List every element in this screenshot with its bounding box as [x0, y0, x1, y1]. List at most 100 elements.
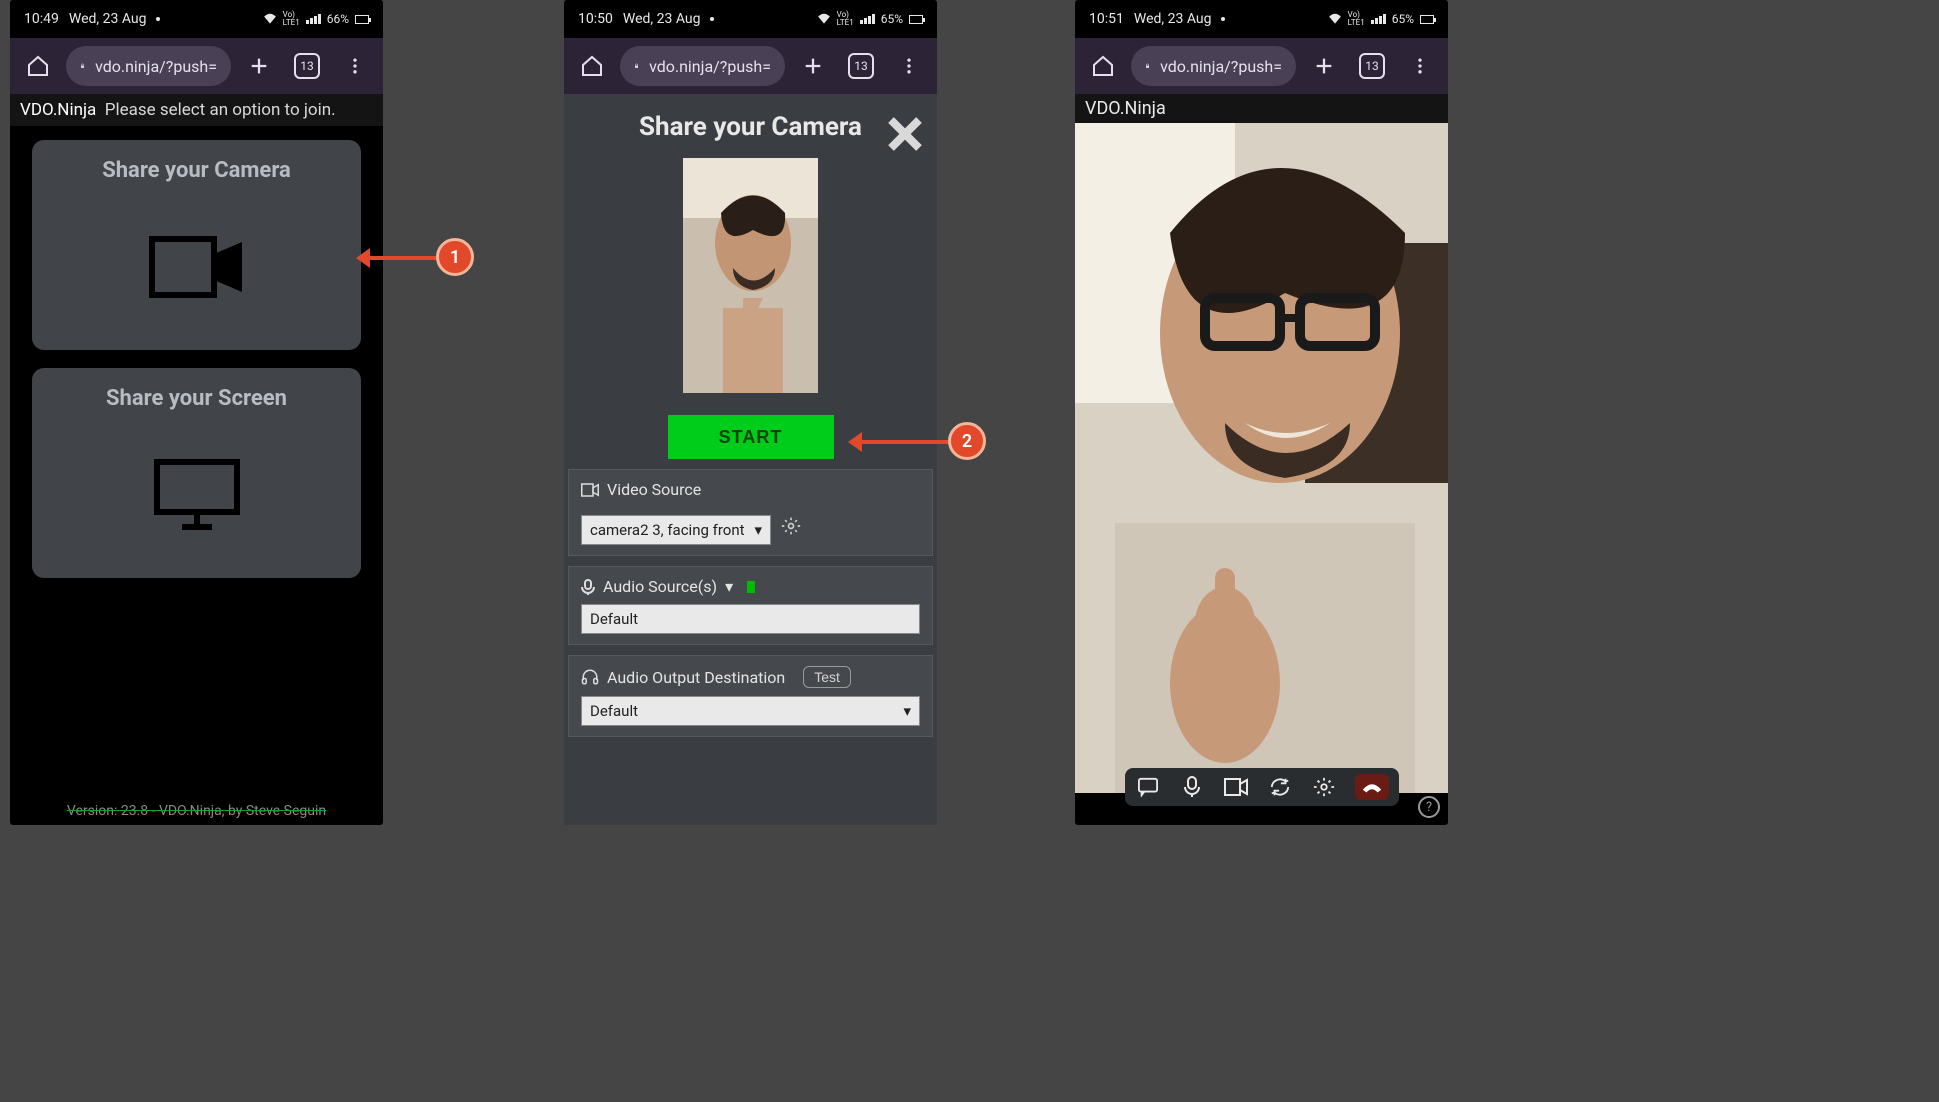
phone-screenshot-1: 10:49 Wed, 23 Aug Vo)LTE1 66% vdo.ninja/… [10, 0, 383, 825]
annotation-arrow-1 [360, 256, 440, 260]
app-header: VDO.Ninja Please select an option to joi… [10, 94, 383, 126]
app-header: VDO.Ninja [1075, 94, 1448, 123]
battery-pct: 65% [1392, 12, 1414, 26]
signal-icon [306, 14, 321, 24]
battery-icon [909, 15, 923, 24]
home-icon[interactable] [572, 46, 612, 86]
url-bar[interactable]: vdo.ninja/?push= [66, 46, 231, 86]
status-bar: 10:50 Wed, 23 Aug Vo)LTE1 65% [564, 0, 937, 38]
new-tab-icon[interactable] [239, 46, 279, 86]
gear-icon[interactable] [1311, 774, 1337, 800]
video-source-value: camera2 3, facing front [590, 521, 745, 539]
url-bar[interactable]: vdo.ninja/?push= [1131, 46, 1296, 86]
status-time: 10:49 [24, 11, 59, 27]
status-date: Wed, 23 Aug [1134, 11, 1212, 27]
audio-source-value: Default [590, 610, 638, 628]
audio-source-panel: Audio Source(s) ▾ Default [568, 566, 933, 645]
share-camera-card[interactable]: Share your Camera [32, 140, 361, 350]
lock-icon [1145, 58, 1150, 74]
home-icon[interactable] [18, 46, 58, 86]
help-icon[interactable]: ? [1418, 796, 1440, 818]
close-icon[interactable] [883, 112, 927, 156]
status-dot-icon [156, 17, 160, 21]
wifi-icon [263, 13, 277, 25]
wifi-icon [817, 13, 831, 25]
audio-output-panel: Audio Output Destination Test Default ▾ [568, 655, 933, 737]
monitor-icon [154, 411, 240, 578]
audio-output-label: Audio Output Destination [607, 668, 785, 687]
status-bar: 10:51 Wed, 23 Aug Vo)LTE1 65% [1075, 0, 1448, 38]
gear-icon[interactable] [781, 516, 801, 536]
refresh-icon[interactable] [1267, 774, 1293, 800]
annotation-arrow-2 [852, 440, 952, 444]
home-icon[interactable] [1083, 46, 1123, 86]
video-source-select[interactable]: camera2 3, facing front ▾ [581, 515, 771, 545]
chat-icon[interactable] [1135, 774, 1161, 800]
status-time: 10:50 [578, 11, 613, 27]
lock-icon [80, 58, 85, 74]
test-button[interactable]: Test [803, 666, 851, 688]
tab-count-button[interactable]: 13 [287, 46, 327, 86]
volte-icon: Vo)LTE1 [1348, 11, 1365, 27]
phone-screenshot-2: 10:50 Wed, 23 Aug Vo)LTE1 65% vdo.ninja/… [564, 0, 937, 825]
camera-setup-panel: Share your Camera START Video Source [564, 94, 937, 825]
phone-screenshot-3: 10:51 Wed, 23 Aug Vo)LTE1 65% vdo.ninja/… [1075, 0, 1448, 825]
status-dot-icon [1221, 17, 1225, 21]
status-time: 10:51 [1089, 11, 1124, 27]
camera-preview [683, 158, 818, 393]
url-text: vdo.ninja/?push= [649, 57, 771, 76]
url-text: vdo.ninja/?push= [95, 57, 217, 76]
camera-icon[interactable] [1223, 774, 1249, 800]
tab-count-button[interactable]: 13 [841, 46, 881, 86]
status-date: Wed, 23 Aug [623, 11, 701, 27]
menu-dots-icon[interactable] [335, 46, 375, 86]
battery-icon [1420, 15, 1434, 24]
live-camera-feed [1075, 123, 1448, 793]
option-area: Share your Camera Share your Screen [10, 126, 383, 610]
hangup-button[interactable] [1355, 774, 1389, 800]
status-dot-icon [710, 17, 714, 21]
new-tab-icon[interactable] [1304, 46, 1344, 86]
signal-icon [1371, 14, 1386, 24]
url-bar[interactable]: vdo.ninja/?push= [620, 46, 785, 86]
annotation-step-1: 1 [436, 238, 474, 276]
live-stream-area: ? [1075, 123, 1448, 824]
camera-icon [149, 183, 245, 350]
tab-count-button[interactable]: 13 [1352, 46, 1392, 86]
battery-icon [355, 15, 369, 24]
battery-pct: 66% [327, 12, 349, 26]
new-tab-icon[interactable] [793, 46, 833, 86]
lock-icon [634, 58, 639, 74]
signal-icon [860, 14, 875, 24]
status-date: Wed, 23 Aug [69, 11, 147, 27]
share-screen-card[interactable]: Share your Screen [32, 368, 361, 578]
status-bar: 10:49 Wed, 23 Aug Vo)LTE1 66% [10, 0, 383, 38]
wifi-icon [1328, 13, 1342, 25]
share-camera-title: Share your Camera [102, 158, 291, 183]
audio-output-select[interactable]: Default ▾ [581, 696, 920, 726]
stream-control-bar [1125, 768, 1399, 806]
chevron-down-icon: ▾ [754, 521, 762, 539]
app-name: VDO.Ninja [20, 100, 96, 120]
tab-count: 13 [294, 53, 320, 79]
panel-title: Share your Camera [564, 94, 937, 148]
stream-placeholder-icon [1075, 123, 1448, 793]
browser-toolbar: vdo.ninja/?push= 13 [1075, 38, 1448, 94]
audio-source-select[interactable]: Default [581, 604, 920, 634]
battery-pct: 65% [881, 12, 903, 26]
volte-icon: Vo)LTE1 [837, 11, 854, 27]
audio-level-icon [747, 581, 755, 593]
browser-toolbar: vdo.ninja/?push= 13 [10, 38, 383, 94]
chevron-down-icon[interactable]: ▾ [725, 577, 733, 596]
audio-source-label: Audio Source(s) [603, 577, 717, 596]
selfie-placeholder-icon [683, 158, 818, 393]
version-text: Version: 23.8 - VDO.Ninja, by Steve Segu… [10, 803, 383, 819]
start-button[interactable]: START [668, 415, 834, 459]
headphones-icon [581, 669, 599, 685]
app-name: VDO.Ninja [1085, 98, 1166, 119]
menu-dots-icon[interactable] [889, 46, 929, 86]
mic-icon[interactable] [1179, 774, 1205, 800]
url-text: vdo.ninja/?push= [1160, 57, 1282, 76]
mic-icon [581, 579, 595, 595]
menu-dots-icon[interactable] [1400, 46, 1440, 86]
